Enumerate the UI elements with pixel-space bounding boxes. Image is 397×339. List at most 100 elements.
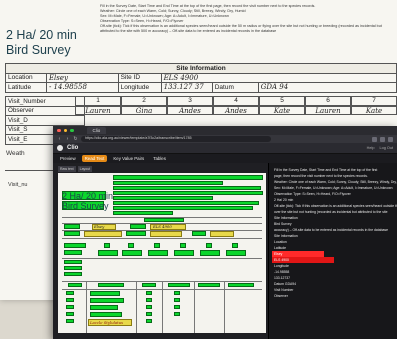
detected-text-box[interactable] [154,243,160,248]
visit-number-label: Visit_Number [5,96,85,107]
visit-number-cell: 1 [75,96,121,106]
detected-text-box[interactable] [128,243,134,248]
detected-text-box[interactable] [90,291,120,296]
forward-icon[interactable]: › [65,136,70,142]
location-value: Elsey [45,72,119,83]
detected-text-box[interactable] [146,291,152,295]
detected-text-box[interactable] [146,298,152,302]
instruction-line: Off-site (tick): Tick if this observatio… [100,24,382,34]
detected-text-box[interactable] [90,312,122,317]
detected-text-box[interactable] [113,191,263,195]
detected-text-box[interactable] [146,319,152,323]
menu-read-text[interactable]: Read Text [81,155,108,162]
detected-text-box[interactable] [168,283,190,287]
detected-text-box[interactable] [64,260,82,264]
extension-icon[interactable] [380,136,385,142]
back-icon[interactable]: ‹ [57,136,62,142]
detected-text-box[interactable] [66,298,74,302]
address-bar[interactable]: https://clio.ala.org.au/viewer/template/… [81,136,271,142]
detected-text-box[interactable] [64,266,82,270]
detected-text-box[interactable] [226,250,246,256]
detected-text-box[interactable] [142,283,156,287]
detected-text-box[interactable] [144,218,184,222]
menu-preview[interactable]: Preview [57,155,79,162]
detected-text-box[interactable] [146,305,152,309]
detected-text-box[interactable] [66,319,74,323]
observer-cell: Kate [351,105,397,115]
detected-text-box[interactable] [180,243,186,248]
detected-text-box[interactable] [192,231,206,236]
subtab-raw-text[interactable]: Raw text [58,166,76,172]
detected-value-box[interactable] [150,231,182,237]
logout-link[interactable]: Log Out [379,146,393,150]
detected-text-box[interactable] [90,298,124,303]
site-id-label: Site ID [117,72,162,83]
detected-text-box[interactable] [64,231,80,236]
app-name: Clio [67,145,79,151]
help-link[interactable]: Help [367,146,375,150]
close-window-icon[interactable] [57,128,61,133]
observer-cell: Lauren [75,105,121,115]
table-rule [86,281,87,333]
detected-text-box[interactable] [113,201,259,205]
detected-text-box[interactable] [146,312,152,316]
detected-text-box[interactable] [126,231,146,236]
detected-value-box[interactable] [84,231,122,237]
detected-text-box[interactable] [232,243,238,248]
observer-cell: Gina [121,105,167,115]
detected-text-box[interactable] [64,243,86,248]
detected-text-box[interactable] [174,305,180,309]
menu-key-value-pairs[interactable]: Key Value Pairs [110,155,147,162]
extracted-line[interactable]: Observer [274,293,397,299]
detected-text-box[interactable] [113,211,173,215]
browser-tab[interactable]: Clio [86,127,107,134]
longitude-value: 133.127 37 [160,82,213,93]
table-rule [62,258,262,259]
visit-number-cell: 4 [213,96,259,106]
detected-text-box[interactable] [148,250,168,256]
detected-text-box[interactable] [200,250,220,256]
detected-text-box[interactable] [174,312,180,316]
detected-text-box[interactable] [174,298,180,302]
datum-value: GDA 94 [257,82,397,93]
detected-text-box[interactable] [113,196,213,200]
viewer-subtabs: Raw text Layout [58,166,93,172]
detected-text-box[interactable] [90,305,118,310]
detected-text-box[interactable] [64,224,80,229]
detected-text-box[interactable] [98,283,124,287]
detected-text-box[interactable] [64,250,82,255]
detected-text-box[interactable] [66,312,74,316]
detected-text-box[interactable] [66,305,74,309]
reload-icon[interactable]: ↻ [73,136,78,142]
site-id-value: ELS 4900 [160,72,397,83]
observer-label: Observer [5,105,85,116]
detected-text-box[interactable] [66,291,74,295]
detected-text-box[interactable] [98,250,118,256]
detected-text-box[interactable] [113,175,263,180]
detected-text-box[interactable] [122,250,142,256]
detected-text-box[interactable] [68,283,82,287]
extracted-text-panel[interactable]: Fill in the Survey Date, Start Time and … [268,163,397,339]
detected-text-box[interactable] [130,224,146,229]
detected-text-box[interactable] [174,250,194,256]
minimize-window-icon[interactable] [63,128,67,133]
subtab-layout[interactable]: Layout [77,166,93,172]
menu-tables[interactable]: Tables [150,155,169,162]
detected-text-box[interactable] [104,243,110,248]
visit-columns: 1 2 3 4 5 6 7 Lauren Gina Andes Andes Ka… [75,96,397,115]
annotated-scan[interactable]: 2 Ha/ 20 min Bird Survey Elsey ELS 4900 [58,173,266,333]
detected-text-box[interactable] [206,243,212,248]
detected-value-box[interactable] [210,231,234,237]
table-rule [62,238,262,239]
extension-icon[interactable] [372,136,377,142]
workspace: Raw text Layout 2 Ha/ 20 min Bird Survey [53,163,397,339]
detected-text-box[interactable] [113,181,223,185]
maximize-window-icon[interactable] [70,128,74,133]
detected-text-box[interactable] [113,206,253,210]
detected-text-box[interactable] [198,283,220,287]
detected-text-box[interactable] [64,272,82,276]
detected-text-box[interactable] [174,291,180,295]
profile-icon[interactable] [388,136,393,142]
detected-text-box[interactable] [113,186,261,190]
detected-text-box[interactable] [228,283,254,287]
